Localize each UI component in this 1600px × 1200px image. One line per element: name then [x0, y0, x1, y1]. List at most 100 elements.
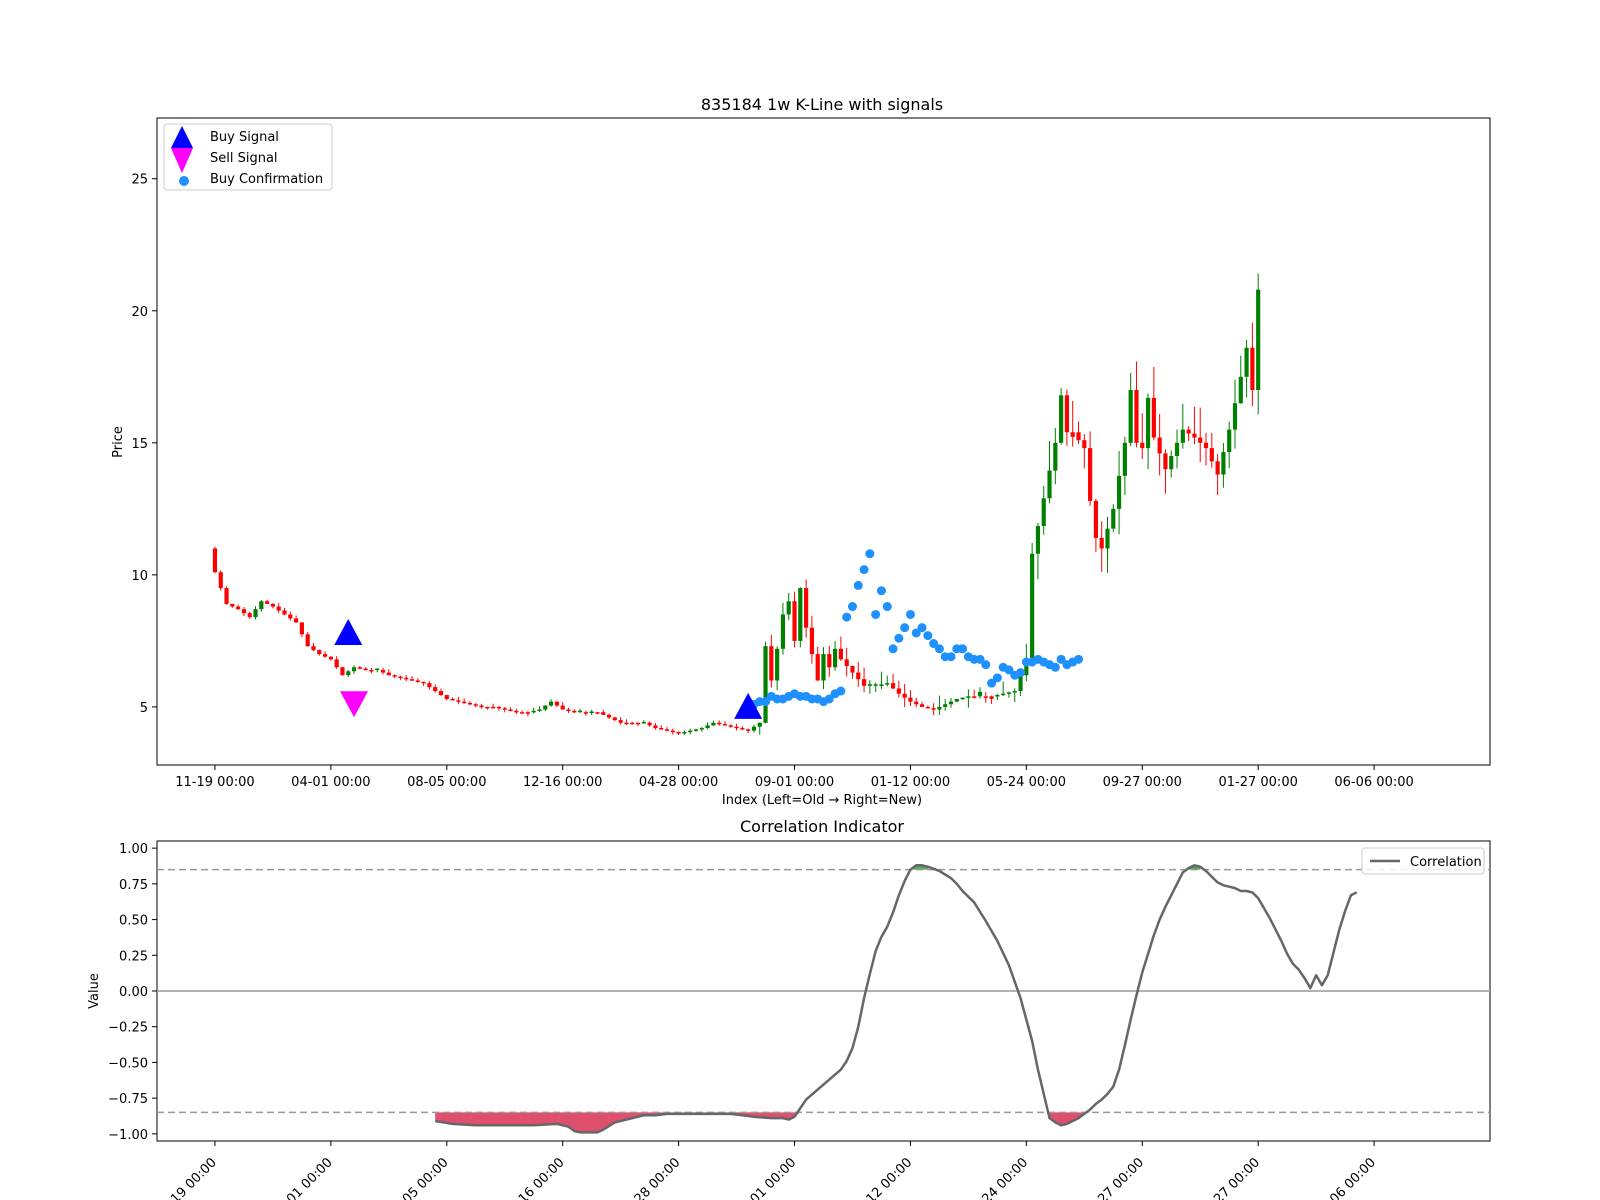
candle-body — [334, 659, 339, 668]
candle-body — [659, 728, 664, 730]
legend-label-sell-signal: Sell Signal — [210, 151, 278, 166]
candle-body — [322, 654, 328, 657]
legend-label-correlation: Correlation — [1410, 855, 1482, 870]
candle-body — [473, 704, 478, 706]
candle-body — [357, 667, 362, 669]
candle-body — [937, 706, 942, 710]
candle-body — [717, 722, 722, 725]
candle-body — [427, 683, 432, 688]
correlation-chart-title: Correlation Indicator — [740, 817, 904, 836]
buy-confirmation-marker — [923, 631, 933, 641]
candle-body — [966, 696, 971, 698]
candle-body — [861, 679, 867, 686]
candle-body — [699, 728, 704, 730]
candle-body — [288, 614, 293, 619]
kline-x-tick-label: 04-28 00:00 — [639, 775, 718, 790]
candle-body — [299, 622, 304, 635]
candle-body — [809, 627, 814, 655]
candle-body — [1116, 475, 1122, 509]
candle-body — [1041, 498, 1046, 527]
candle-body — [531, 710, 536, 713]
candle-body — [212, 548, 218, 573]
candle-body — [276, 606, 281, 611]
candle-body — [1232, 403, 1238, 430]
candle-body — [977, 691, 983, 697]
candle-body — [485, 706, 490, 709]
candle-body — [896, 688, 901, 694]
candle-body — [1227, 429, 1232, 453]
buy-confirmation-marker — [992, 673, 1002, 683]
candle-body — [438, 691, 444, 696]
candle-body — [456, 700, 461, 702]
candle-body — [375, 668, 380, 671]
candle-body — [1030, 553, 1035, 660]
candle-body — [734, 726, 739, 729]
candle-body — [1128, 390, 1133, 443]
candle-body — [1192, 433, 1197, 438]
candle-body — [1001, 693, 1006, 696]
candle-body — [1163, 453, 1168, 470]
candle-body — [1180, 429, 1185, 443]
candle-body — [270, 603, 275, 607]
candle-body — [560, 705, 565, 710]
candle-body — [508, 709, 513, 712]
candle-body — [833, 648, 838, 668]
buy-confirmation-marker — [882, 602, 892, 612]
candle-body — [827, 654, 832, 668]
correlation-x-tick-label: 09-27 00:00 — [1080, 1155, 1147, 1200]
candle-body — [241, 609, 247, 614]
candle-body — [1151, 397, 1156, 438]
candle-body — [1256, 289, 1261, 391]
candle-body — [462, 701, 467, 704]
kline-y-axis: 5 10 15 20 25 — [131, 173, 157, 716]
correlation-x-tick-label: 06-06 00:00 — [1312, 1155, 1379, 1200]
candle-body — [919, 704, 925, 707]
candle-body — [404, 677, 409, 680]
candle-body — [415, 680, 420, 682]
candle-body — [618, 720, 623, 723]
candle-body — [1209, 448, 1214, 462]
correlation-x-tick-label: 09-01 00:00 — [733, 1155, 800, 1200]
kline-x-tick-label: 12-16 00:00 — [523, 775, 602, 790]
candle-body — [554, 701, 559, 706]
candle-body — [247, 613, 252, 618]
correlation-y-tick-label: −0.25 — [108, 1021, 148, 1036]
candle-body — [1059, 395, 1064, 443]
candle-body — [630, 722, 635, 725]
candle-body — [549, 701, 554, 706]
buy-confirmation-marker — [842, 612, 852, 622]
candle-body — [1186, 429, 1191, 434]
candle-body — [711, 722, 716, 726]
candle-body — [873, 684, 878, 686]
correlation-y-tick-label: 0.25 — [119, 949, 148, 964]
kline-chart-title: 835184 1w K-Line with signals — [701, 95, 943, 114]
candle-body — [972, 696, 977, 698]
candle-body — [450, 698, 455, 701]
candle-body — [693, 729, 699, 731]
kline-x-tick-label: 06-06 00:00 — [1334, 775, 1413, 790]
candle-body — [236, 606, 241, 610]
candle-body — [925, 706, 930, 709]
buy-confirmation-marker — [888, 644, 898, 654]
correlation-x-tick-label: 04-28 00:00 — [617, 1155, 684, 1200]
kline-x-tick-label: 04-01 00:00 — [291, 775, 370, 790]
candle-body — [705, 725, 710, 729]
correlation-y-tick-label: −0.50 — [108, 1056, 148, 1071]
candle-body — [1088, 448, 1093, 501]
candle-body — [821, 654, 826, 681]
candle-body — [1221, 452, 1226, 475]
candle-body — [948, 701, 954, 705]
legend-label-buy-confirmation: Buy Confirmation — [210, 172, 323, 187]
candle-body — [722, 724, 728, 726]
candle-body — [850, 665, 855, 673]
kline-x-tick-label: 09-27 00:00 — [1103, 775, 1182, 790]
candle-body — [751, 726, 757, 731]
candle-body — [804, 588, 809, 628]
candle-body — [1169, 456, 1174, 470]
correlation-y-axis: −1.00 −0.75 −0.50 −0.25 0.00 0.25 0.50 0.75 1.00 — [108, 842, 157, 1143]
candle-body — [572, 710, 577, 713]
candle-body — [838, 648, 843, 660]
candle-body — [989, 696, 994, 699]
candle-body — [496, 706, 502, 709]
candle-body — [676, 731, 681, 734]
